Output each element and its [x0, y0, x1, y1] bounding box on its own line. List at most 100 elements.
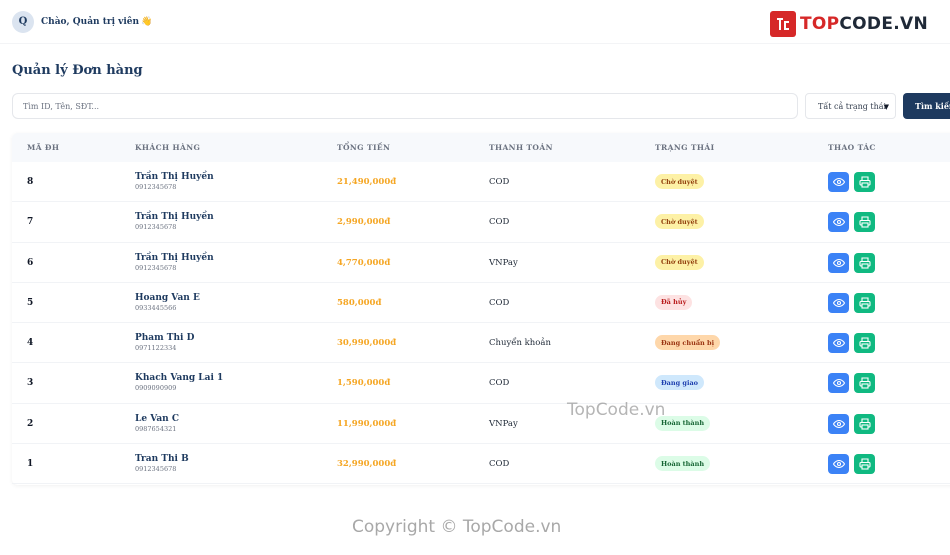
- table-row: 6 Trần Thị Huyền 0912345678 4,770,000đ VNPay…: [12, 243, 950, 283]
- column-header-customer: KHÁCH HÀNG: [135, 143, 201, 152]
- status-badge: Đang chuẩn bị: [655, 335, 721, 351]
- customer-phone: 0912345678: [135, 223, 177, 232]
- order-id: 1: [27, 459, 34, 470]
- order-total: 32,990,000đ: [337, 459, 397, 470]
- greeting-text: Chào, Quản trị viên: [41, 16, 140, 27]
- view-button[interactable]: [828, 413, 849, 434]
- printer-icon: [858, 458, 871, 470]
- order-id: 5: [27, 297, 34, 308]
- eye-icon: [832, 418, 845, 430]
- table-row: 3 Khach Vang Lai 1 0909090909 1,590,000đ COD…: [12, 363, 950, 404]
- order-total: 580,000đ: [337, 297, 382, 308]
- column-header-payment: THANH TOÁN: [489, 143, 553, 152]
- customer-phone: 0912345678: [135, 263, 177, 272]
- row-actions: [828, 454, 875, 475]
- payment-method: COD: [489, 297, 510, 308]
- order-total: 1,590,000đ: [337, 378, 391, 389]
- order-id: 7: [27, 217, 34, 228]
- orders-table: MÃ ĐH KHÁCH HÀNG TỔNG TIỀN THANH TOÁN TR…: [12, 133, 950, 485]
- view-button[interactable]: [828, 252, 849, 273]
- avatar[interactable]: Q: [12, 10, 34, 33]
- print-button[interactable]: [854, 212, 875, 233]
- order-total: 2,990,000đ: [337, 217, 391, 228]
- order-total: 4,770,000đ: [337, 257, 391, 268]
- chevron-down-icon: ▼: [883, 103, 889, 111]
- watermark-middle: TopCode.vn: [567, 400, 666, 420]
- order-total: 21,490,000đ: [337, 177, 397, 187]
- table-row: 8 Trần Thị Huyền 0912345678 21,490,000đ COD C…: [12, 162, 950, 203]
- customer-name: Le Van C: [135, 413, 180, 424]
- row-actions: [828, 252, 875, 273]
- print-button[interactable]: [854, 172, 875, 192]
- search-button[interactable]: Tìm kiếm: [903, 93, 950, 119]
- customer-name: Trần Thị Huyền: [135, 172, 214, 182]
- row-actions: [828, 292, 875, 313]
- print-button[interactable]: [854, 373, 875, 394]
- printer-icon: [858, 377, 871, 390]
- customer-phone: 0933445566: [135, 303, 177, 312]
- order-id: 8: [27, 177, 34, 187]
- payment-method: COD: [489, 459, 510, 470]
- status-badge: Chờ duyệt: [655, 254, 704, 270]
- customer-phone: 0971122334: [135, 344, 177, 353]
- table-row: 2 Le Van C 0987654321 11,990,000đ VNPay Hoàn …: [12, 404, 950, 445]
- payment-method: VNPay: [489, 418, 518, 429]
- payment-method: COD: [489, 217, 510, 228]
- status-badge: Đã hủy: [655, 294, 693, 310]
- brand-logo[interactable]: TOPCODE.VN: [769, 11, 928, 37]
- payment-method: COD: [489, 378, 510, 389]
- eye-icon: [832, 216, 845, 228]
- table-row: 4 Pham Thi D 0971122334 30,990,000đ Chuyển k…: [12, 323, 950, 364]
- payment-method: VNPay: [489, 257, 518, 268]
- eye-icon: [832, 257, 845, 269]
- search-input[interactable]: [12, 93, 798, 119]
- wave-emoji: 👋: [141, 16, 153, 27]
- view-button[interactable]: [828, 373, 849, 394]
- table-row: 5 Hoang Van E 0933445566 580,000đ COD Đã hủy: [12, 283, 950, 324]
- brand-name: TOPCODE.VN: [799, 14, 928, 34]
- page-title: Quản lý Đơn hàng: [12, 63, 143, 78]
- order-id: 2: [27, 418, 34, 429]
- view-button[interactable]: [828, 292, 849, 313]
- customer-name: Tran Thi B: [135, 454, 189, 465]
- eye-icon: [832, 458, 845, 470]
- printer-icon: [858, 337, 871, 349]
- table-body: 8 Trần Thị Huyền 0912345678 21,490,000đ COD C…: [12, 162, 950, 485]
- printer-icon: [858, 176, 871, 188]
- status-badge: Đang giao: [655, 375, 704, 391]
- watermark-copyright: Copyright © TopCode.vn: [352, 517, 562, 537]
- row-actions: [828, 212, 875, 233]
- order-id: 3: [27, 378, 34, 389]
- status-badge: Hoàn thành: [655, 456, 711, 472]
- customer-name: Pham Thi D: [135, 333, 195, 344]
- payment-method: COD: [489, 177, 510, 187]
- status-filter-value: Tất cả trạng thái: [818, 101, 887, 111]
- eye-icon: [832, 297, 845, 309]
- printer-icon: [858, 216, 871, 228]
- status-filter-select[interactable]: Tất cả trạng thái ▼: [805, 93, 896, 119]
- eye-icon: [832, 377, 845, 389]
- eye-icon: [832, 176, 845, 188]
- printer-icon: [858, 297, 871, 309]
- logo-mark-icon: [769, 11, 796, 37]
- row-actions: [828, 413, 875, 434]
- view-button[interactable]: [828, 212, 849, 233]
- column-header-total: TỔNG TIỀN: [337, 143, 391, 152]
- print-button[interactable]: [854, 292, 875, 313]
- row-actions: [828, 333, 875, 354]
- column-header-status: TRẠNG THÁI: [655, 143, 715, 152]
- view-button[interactable]: [828, 333, 849, 354]
- table-header: MÃ ĐH KHÁCH HÀNG TỔNG TIỀN THANH TOÁN TR…: [12, 133, 950, 162]
- print-button[interactable]: [854, 413, 875, 434]
- customer-phone: 0912345678: [135, 465, 177, 474]
- printer-icon: [858, 257, 871, 269]
- view-button[interactable]: [828, 172, 849, 192]
- print-button[interactable]: [854, 333, 875, 354]
- status-badge: Chờ duyệt: [655, 174, 704, 189]
- customer-name: Trần Thị Huyền: [135, 212, 214, 223]
- column-header-id: MÃ ĐH: [27, 143, 60, 152]
- print-button[interactable]: [854, 454, 875, 475]
- print-button[interactable]: [854, 252, 875, 273]
- view-button[interactable]: [828, 454, 849, 475]
- row-actions: [828, 172, 875, 192]
